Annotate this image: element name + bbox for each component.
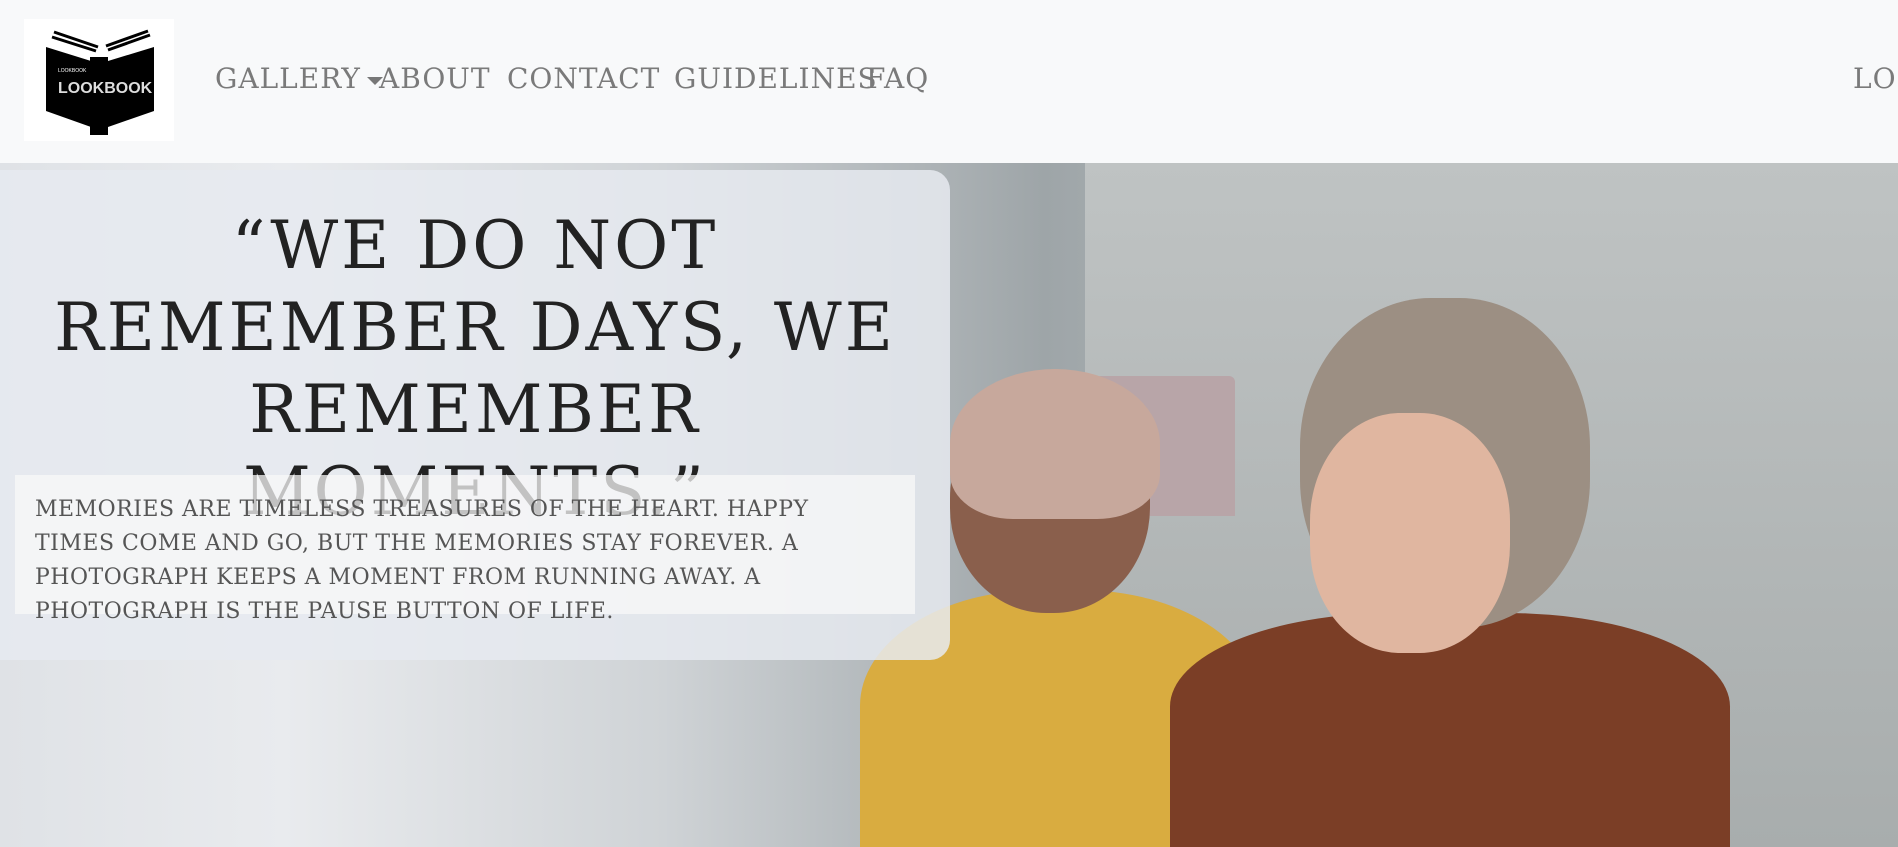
hero-quote-card: “WE DO NOT REMEMBER DAYS, WE REMEMBER MO…: [0, 170, 950, 660]
photo-person-right-body: [1170, 613, 1730, 847]
nav-login[interactable]: LOGIN: [1853, 62, 1898, 95]
photo-person-left-headwrap: [950, 369, 1160, 519]
photo-person-right-face: [1310, 413, 1510, 653]
hero-paragraph: MEMORIES ARE TIMELESS TREASURES OF THE H…: [35, 497, 809, 624]
logo-text: LOOKBOOK: [58, 80, 153, 97]
nav-contact[interactable]: CONTACT: [507, 62, 660, 95]
hero-paragraph-box: MEMORIES ARE TIMELESS TREASURES OF THE H…: [15, 475, 915, 624]
nav-guidelines[interactable]: GUIDELINES: [674, 62, 878, 95]
logo-link[interactable]: LOOKBOOK LOOKBOOK: [24, 19, 174, 141]
logo-small-text: LOOKBOOK: [58, 68, 87, 74]
navbar: LOOKBOOK LOOKBOOK GALLERY ABOUT CONTACT …: [0, 0, 1898, 163]
nav-gallery-label: GALLERY: [215, 62, 361, 95]
nav-gallery-dropdown[interactable]: GALLERY: [215, 62, 383, 95]
page: LOOKBOOK LOOKBOOK GALLERY ABOUT CONTACT …: [0, 0, 1898, 847]
photo-person-left: [860, 163, 1260, 847]
nav-faq[interactable]: FAQ: [866, 62, 929, 95]
book-logo-icon: LOOKBOOK LOOKBOOK: [46, 29, 154, 135]
nav-about[interactable]: ABOUT: [379, 62, 491, 95]
